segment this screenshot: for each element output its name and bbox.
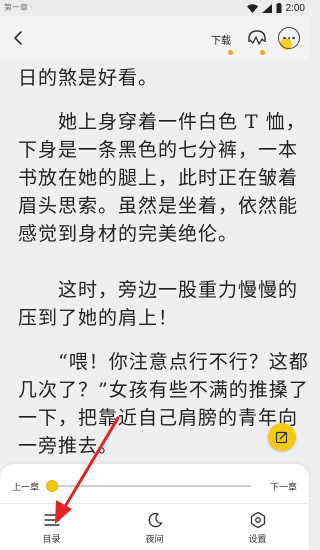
paragraph: 日的煞是好看。: [0, 64, 309, 92]
text-line: “喂！你注意点行不行？这都: [18, 351, 309, 373]
nav-item-night[interactable]: 夜间: [103, 506, 206, 550]
nav-item-settings[interactable]: 设置: [206, 506, 309, 550]
battery-icon: [276, 3, 282, 13]
download-dot-indicator: [228, 50, 233, 55]
signal-icon: [261, 3, 272, 13]
back-icon: [14, 31, 22, 45]
edit-icon: [275, 431, 288, 444]
text-line: 几次了？”女孩有些不满的推搡了: [18, 379, 309, 401]
paragraph: 她上身穿着一件白色 T 恤， 下身是一条黑色的七分裤，一本 书放在她的腿上，此时…: [0, 108, 309, 248]
divider: [0, 503, 309, 504]
status-time: 2:00: [285, 2, 305, 14]
progress-thumb[interactable]: [46, 480, 58, 492]
text-line: 眉头思索。虽然是坐着，依然能: [18, 195, 299, 217]
text-line: 这时，旁边一股重力慢慢的: [18, 279, 299, 301]
settings-icon: [250, 511, 265, 529]
reader-toolbar: 下载: [0, 16, 309, 60]
paragraph: “喂！你注意点行不行？这都 几次了？”女孩有些不满的推搡了 一下，把靠近自己肩膀…: [0, 348, 309, 460]
download-button[interactable]: 下载: [211, 30, 231, 48]
paragraph: 这时，旁边一股重力慢慢的 压到了她的肩上！: [0, 276, 309, 332]
back-button[interactable]: [6, 26, 30, 50]
next-chapter-button[interactable]: 下一章: [270, 480, 297, 493]
listen-dot-indicator: [260, 50, 265, 55]
text-line: 压到了她的肩上！: [18, 307, 179, 329]
nav-label-night: 夜间: [145, 535, 164, 545]
chapter-progress-slider[interactable]: [46, 480, 251, 492]
text-line: 感觉到身材的完美绝伦。: [18, 223, 239, 245]
wifi-icon: [246, 3, 258, 13]
text-line: 一下，把靠近自己肩膀的青年向: [18, 407, 299, 429]
status-notification-text: 第一章 ·: [4, 3, 34, 12]
status-bar: 第一章 · 2:00: [0, 0, 309, 16]
text-line: 她上身穿着一件白色 T 恤，: [18, 111, 306, 133]
download-label: 下载: [211, 35, 231, 47]
text-line: 下身是一条黑色的七分裤，一本: [18, 139, 299, 161]
text-line: 书放在她的腿上，此时正在皱着: [18, 167, 299, 189]
note-edit-button[interactable]: [268, 423, 296, 451]
menu-list-icon: [43, 514, 60, 526]
more-icon: [283, 36, 286, 40]
moon-icon: [148, 512, 163, 528]
nav-item-catalog[interactable]: 目录: [0, 506, 103, 550]
headphone-icon[interactable]: [246, 28, 268, 50]
bottom-panel: 上一章 下一章 目录 夜间 设置: [0, 464, 309, 550]
bottom-nav: 目录 夜间 设置: [0, 506, 309, 550]
text-line: 日的煞是好看。: [18, 67, 159, 89]
nav-label-settings: 设置: [248, 535, 267, 545]
prev-chapter-button[interactable]: 上一章: [12, 480, 39, 493]
reader-content[interactable]: 日的煞是好看。 她上身穿着一件白色 T 恤， 下身是一条黑色的七分裤，一本 书放…: [0, 60, 309, 464]
text-line: 一旁推去。: [18, 435, 119, 457]
more-button[interactable]: [278, 27, 300, 49]
status-icons: 2:00: [246, 1, 305, 15]
nav-label-catalog: 目录: [42, 535, 61, 545]
